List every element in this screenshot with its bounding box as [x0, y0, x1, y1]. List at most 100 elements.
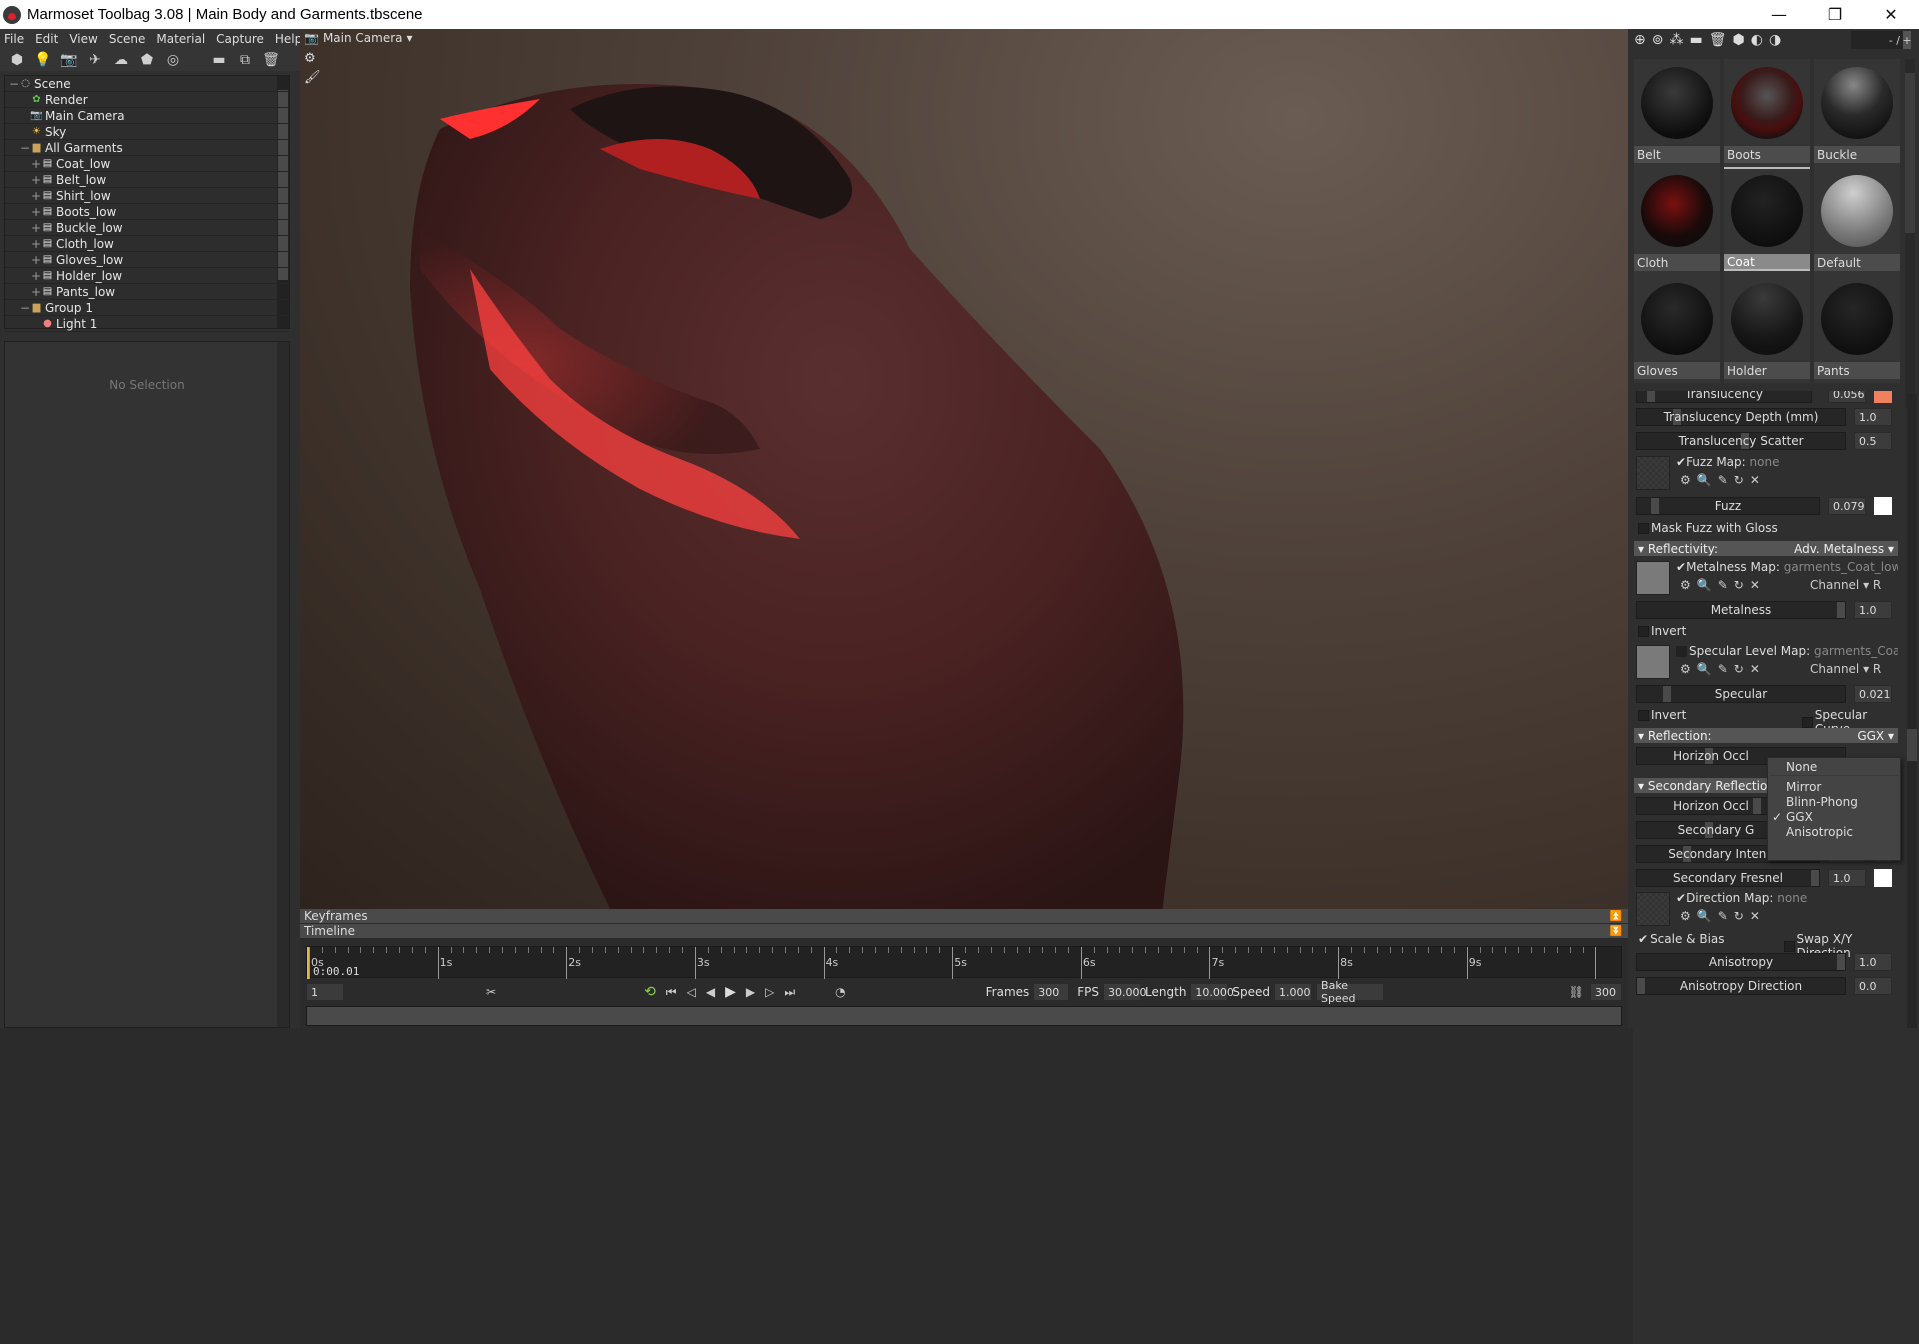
- camera-icon[interactable]: 📷: [56, 50, 82, 70]
- settings-gear-icon[interactable]: ⚙: [304, 51, 321, 66]
- menu-view[interactable]: View: [69, 32, 97, 46]
- timeline-header[interactable]: Timeline ⏬: [300, 924, 1628, 939]
- scene-tree-item[interactable]: +▤Pants_low🔓👁: [5, 284, 1919, 1312]
- pencil-icon[interactable]: ✎: [1718, 909, 1728, 923]
- checkbox-checked-icon[interactable]: ✔: [1676, 455, 1686, 469]
- pencil-icon[interactable]: ✎: [1718, 578, 1728, 592]
- collapse-icon[interactable]: −: [9, 77, 19, 91]
- keyframe-track[interactable]: [306, 1006, 1622, 1026]
- scene-tree-item[interactable]: ✿Render🔓👁: [5, 92, 1919, 1120]
- metalness-map-thumbnail[interactable]: [1636, 561, 1670, 595]
- scale-bias-checkbox[interactable]: ✔ Scale & Bias: [1638, 932, 1725, 946]
- frames-field[interactable]: 300: [1033, 983, 1070, 1001]
- menu-scene[interactable]: Scene: [109, 32, 146, 46]
- trash-icon[interactable]: 🗑: [1709, 32, 1727, 48]
- material-counter[interactable]: - / +: [1851, 31, 1912, 49]
- checkbox-checked-icon[interactable]: ✔: [1676, 891, 1686, 905]
- scene-tree-item[interactable]: +▤Coat_low🔓👁: [5, 156, 1919, 1184]
- end-frame-field[interactable]: 300: [1590, 983, 1622, 1001]
- loop-icon[interactable]: ⟲: [644, 984, 656, 1000]
- specular-map-thumbnail[interactable]: [1636, 645, 1670, 679]
- expand-icon[interactable]: +: [31, 189, 41, 203]
- menu-edit[interactable]: Edit: [35, 32, 58, 46]
- search-icon[interactable]: 🔍: [1697, 909, 1712, 923]
- collapse-icon[interactable]: −: [20, 301, 30, 315]
- prev-key-icon[interactable]: ◁: [687, 985, 696, 999]
- menu-option-none[interactable]: None: [1786, 760, 1817, 774]
- scene-tree-item[interactable]: +▤Cloth_low🔓👁: [5, 236, 1919, 1264]
- expand-icon[interactable]: +: [31, 253, 41, 267]
- scene-tree-item[interactable]: ●Light 1🔓👁: [5, 316, 1919, 1344]
- scene-tree-item[interactable]: −▆Group 1🔓👁: [5, 300, 1919, 1328]
- scrollbar-thumb[interactable]: [1907, 729, 1917, 761]
- secondary-fresnel-slider[interactable]: Secondary Fresnel: [1636, 869, 1820, 887]
- cube-icon[interactable]: ⬢: [4, 50, 30, 70]
- restore-button[interactable]: ❐: [1807, 0, 1863, 29]
- direction-map-label[interactable]: ✔Direction Map: none: [1676, 891, 1807, 905]
- menu-option-anisotropic[interactable]: Anisotropic: [1786, 825, 1853, 839]
- scene-tree-item[interactable]: +▤Buckle_low🔓👁: [5, 220, 1919, 1248]
- metalness-channel-dropdown[interactable]: Channel ▾ R: [1810, 578, 1881, 592]
- expand-icon[interactable]: +: [31, 173, 41, 187]
- translucency-slider[interactable]: Translucency: [1636, 391, 1812, 403]
- material-tile[interactable]: Boots: [1724, 59, 1810, 167]
- reload-icon[interactable]: ↻: [1734, 909, 1744, 923]
- turntable-icon[interactable]: ◎: [160, 50, 186, 70]
- collapse-down-icon[interactable]: ⏬: [1610, 926, 1622, 937]
- close-icon[interactable]: ✕: [1750, 909, 1760, 923]
- material-tile[interactable]: Cloth: [1634, 167, 1720, 275]
- properties-scrollbar[interactable]: [277, 342, 289, 1027]
- scene-tree-item[interactable]: +▤Belt_low🔓👁: [5, 172, 1919, 1200]
- expand-icon[interactable]: +: [31, 205, 41, 219]
- menu-file[interactable]: File: [4, 32, 24, 46]
- direction-map-thumbnail[interactable]: [1636, 892, 1670, 926]
- reflection-section-header[interactable]: ▾ Reflection: GGX ▾: [1634, 728, 1898, 743]
- scene-tree-item[interactable]: +▤Boots_low🔓👁: [5, 204, 1919, 1232]
- fuzz-color-swatch[interactable]: [1874, 497, 1892, 515]
- translucency-value[interactable]: 0.056: [1828, 391, 1866, 403]
- assign-material-icon[interactable]: ⬢: [1732, 32, 1744, 48]
- pencil-icon[interactable]: ✎: [1718, 473, 1728, 487]
- add-material-icon[interactable]: ⊕: [1634, 32, 1646, 48]
- scene-tree-item[interactable]: +▤Holder_low🔓👁: [5, 268, 1919, 1296]
- fps-field[interactable]: 30.000: [1103, 983, 1147, 1001]
- material-tile[interactable]: Default: [1814, 167, 1900, 275]
- translucency-scatter-slider[interactable]: Translucency Scatter: [1636, 432, 1846, 450]
- trash-icon[interactable]: 🗑: [258, 50, 284, 70]
- menu-material[interactable]: Material: [156, 32, 205, 46]
- metalness-map-label[interactable]: ✔Metalness Map: garments_Coat_low_Spe: [1676, 560, 1898, 574]
- close-icon[interactable]: ✕: [1750, 473, 1760, 487]
- scene-tree-item[interactable]: −▆All Garments🔓👁: [5, 140, 1919, 1168]
- material-grid-icon[interactable]: ⁂: [1669, 32, 1683, 48]
- checkbox[interactable]: [1676, 646, 1687, 657]
- slider-knob[interactable]: [1637, 978, 1645, 994]
- expand-icon[interactable]: +: [31, 269, 41, 283]
- menu-option-ggx[interactable]: GGX: [1786, 810, 1813, 824]
- material-tile[interactable]: Holder: [1724, 275, 1810, 383]
- metalness-slider[interactable]: Metalness: [1636, 601, 1846, 619]
- scrollbar-thumb[interactable]: [1905, 73, 1915, 233]
- speed-field[interactable]: 1.000: [1274, 983, 1313, 1001]
- fuzz-map-thumbnail[interactable]: [1636, 456, 1670, 490]
- bake-speed-button[interactable]: Bake Speed: [1316, 979, 1385, 1005]
- next-frame-icon[interactable]: ▶: [746, 985, 755, 999]
- slider-knob[interactable]: [1837, 954, 1845, 970]
- keyframes-header[interactable]: Keyframes ⏫: [300, 909, 1628, 924]
- secondary-fresnel-color-swatch[interactable]: [1874, 869, 1892, 887]
- speed-gauge-icon[interactable]: ◔: [835, 985, 845, 999]
- timeline-ruler[interactable]: 0:00.01 0s 1s 2s 3s 4s 5s 6s 7s 8s 9s: [306, 946, 1622, 979]
- reload-icon[interactable]: ↻: [1734, 473, 1744, 487]
- camera-selector[interactable]: 📷 Main Camera ▾: [304, 31, 413, 45]
- shadow-catcher-icon[interactable]: ✈: [82, 50, 108, 70]
- fuzz-map-label[interactable]: ✔Fuzz Map: none: [1676, 455, 1779, 469]
- properties-scrollbar[interactable]: [1907, 394, 1917, 1028]
- metalness-value[interactable]: 1.0: [1854, 601, 1892, 619]
- expand-icon[interactable]: +: [31, 237, 41, 251]
- import-icon[interactable]: ◐: [1751, 32, 1763, 48]
- folder-icon[interactable]: ▬: [206, 50, 232, 70]
- current-frame-field[interactable]: 1: [306, 983, 344, 1001]
- skip-start-icon[interactable]: ⏮: [666, 985, 677, 1000]
- checkbox[interactable]: [1638, 522, 1649, 534]
- checkbox[interactable]: [1784, 940, 1795, 952]
- gear-icon[interactable]: ⚙: [1680, 578, 1691, 592]
